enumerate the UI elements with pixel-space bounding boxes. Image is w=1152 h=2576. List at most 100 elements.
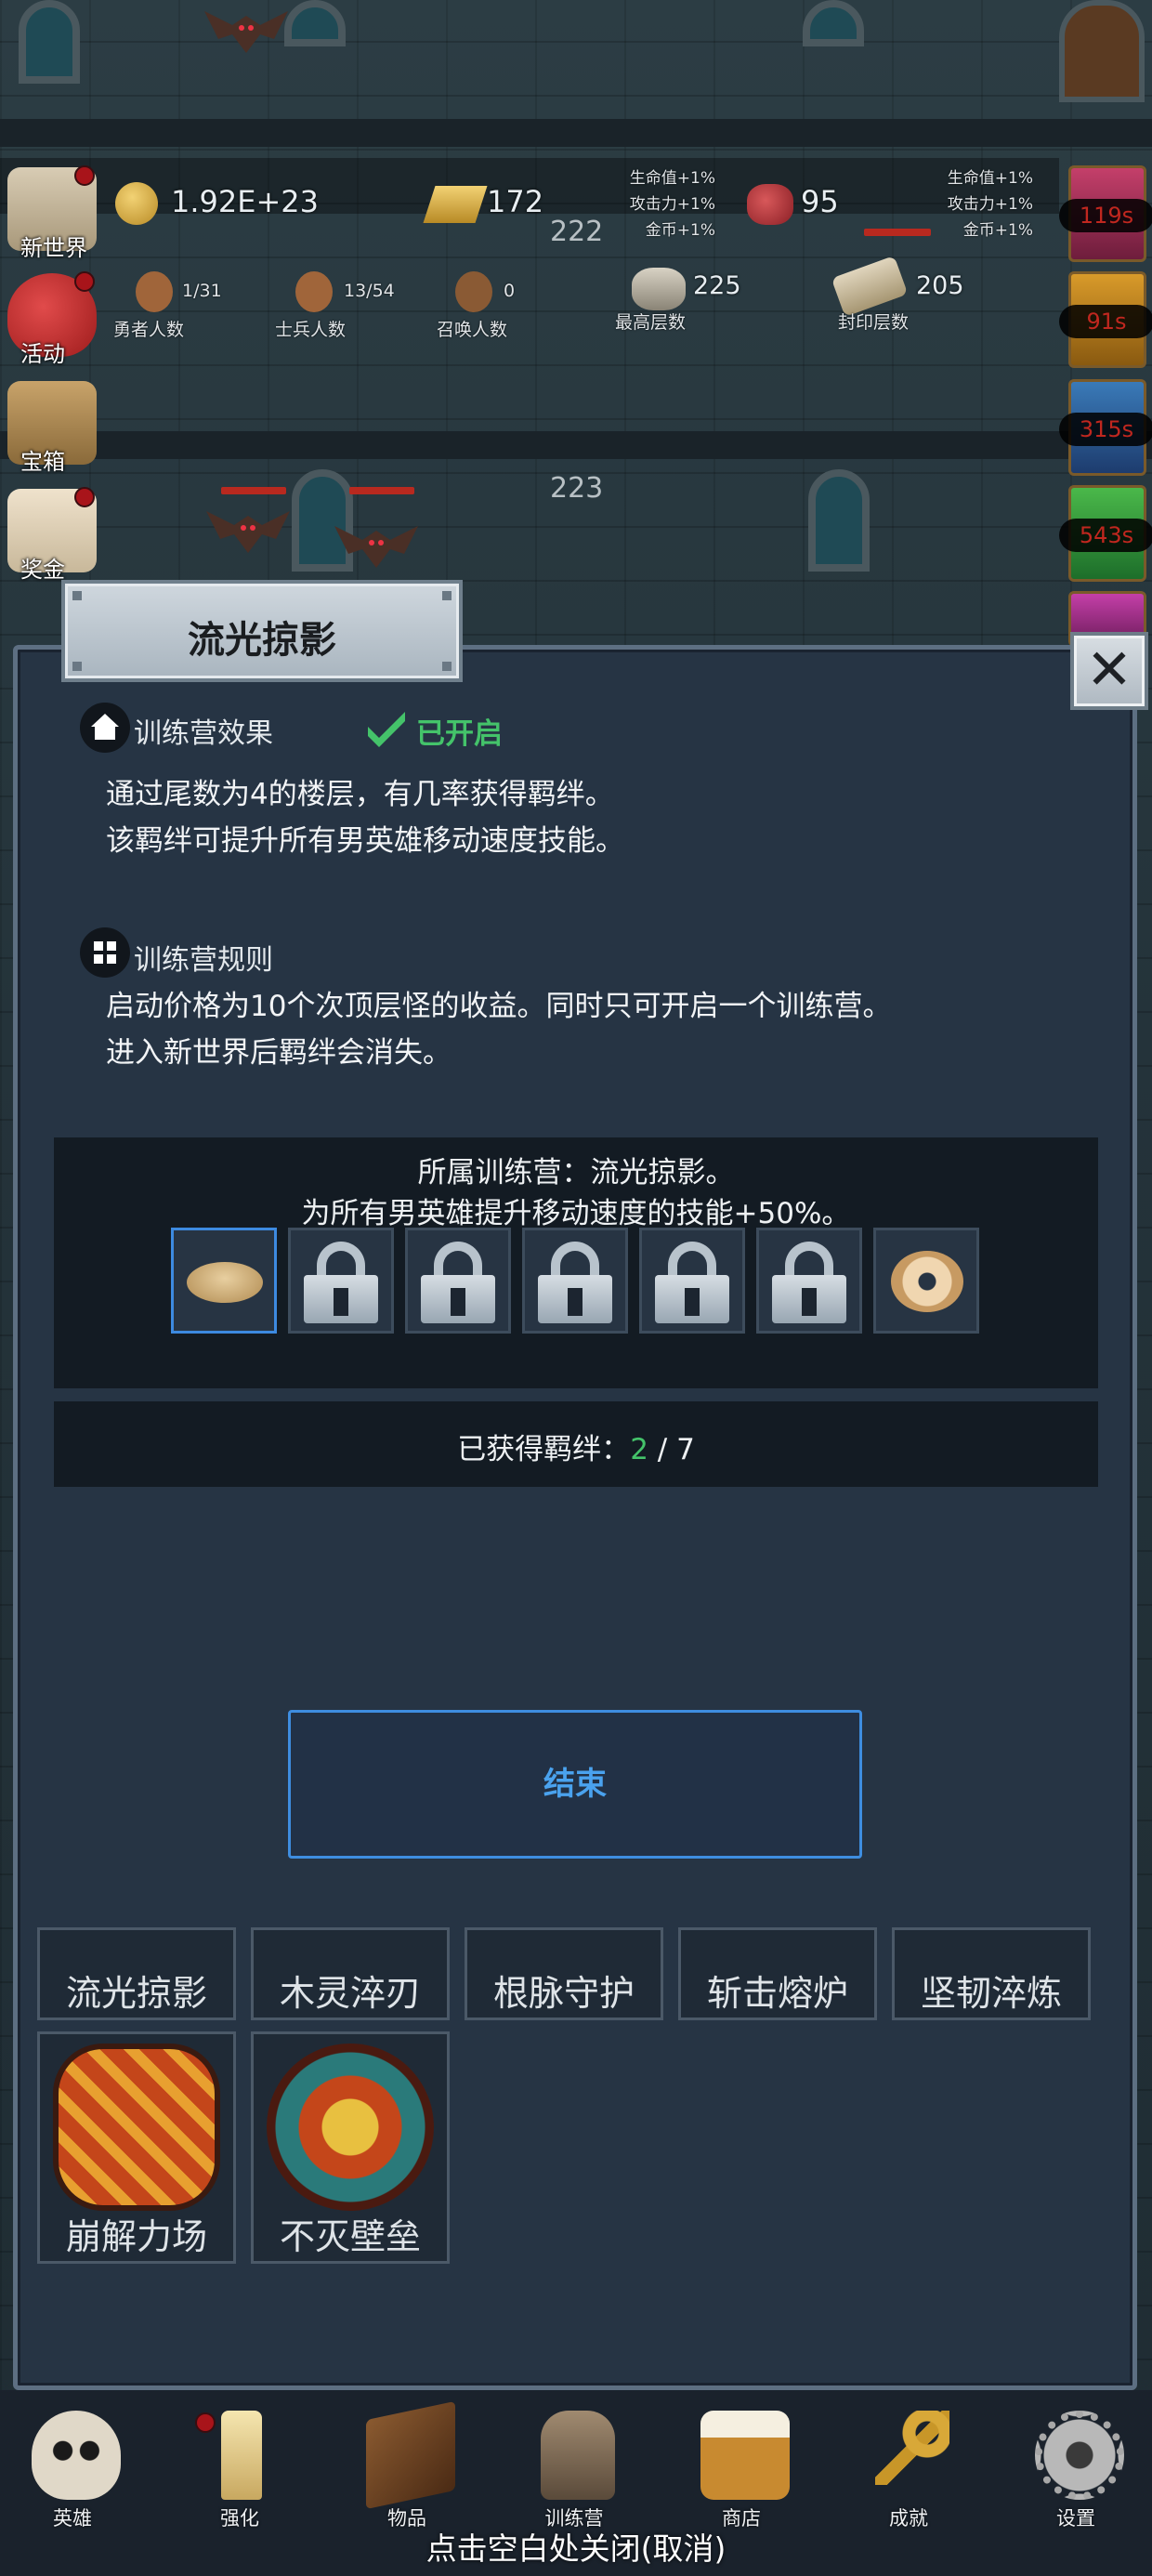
notification-dot <box>74 271 95 292</box>
buff-list-a: 生命值+1% 攻击力+1% 金币+1% <box>629 169 715 240</box>
gold-coin-icon <box>115 182 158 225</box>
soldier-count: 13/54 <box>344 281 395 301</box>
camp-card[interactable]: 斩击熔炉 <box>678 1927 877 2020</box>
close-x-icon: ✕ <box>1085 637 1133 703</box>
castle-window <box>19 0 80 84</box>
hero-portrait-icon <box>136 271 173 312</box>
candle-icon <box>221 2411 262 2500</box>
floor-number: 223 <box>550 472 604 505</box>
lock-icon <box>304 1242 378 1323</box>
hero-count: 1/31 <box>182 281 222 301</box>
bond-slot[interactable] <box>639 1228 745 1334</box>
effect-description: 通过尾数为4的楼层，有几率获得羁绊。 该羁绊可提升所有男英雄移动速度技能。 <box>106 778 624 858</box>
castle-window <box>808 469 870 572</box>
nav-settings[interactable]: 设置 <box>1020 2411 1132 2530</box>
nav-items[interactable]: 物品 <box>351 2400 463 2530</box>
bond-slot[interactable] <box>288 1228 394 1334</box>
summon-portrait-icon <box>455 271 492 312</box>
book-icon <box>366 2400 455 2510</box>
immortal-wall-icon <box>267 2044 434 2211</box>
camp-card[interactable]: 木灵淬刃 <box>251 1927 450 2020</box>
close-button[interactable]: ✕ <box>1070 632 1148 710</box>
collapse-field-icon <box>53 2044 220 2211</box>
meat-icon <box>747 184 793 225</box>
bonus-label: 奖金 <box>20 557 65 583</box>
sealed-floor-value: 205 <box>916 271 964 300</box>
notification-dot <box>74 165 95 186</box>
bat-enemy[interactable] <box>206 502 290 558</box>
floor-divider <box>0 431 1152 459</box>
fish-bread-icon <box>187 1262 263 1303</box>
camp-card[interactable]: 不灭壁垒 <box>251 2031 450 2264</box>
end-button[interactable]: 结束 <box>288 1710 862 1859</box>
checkmark-icon <box>368 712 405 747</box>
gold-bars-amount: 172 <box>487 184 544 219</box>
activity-label: 活动 <box>20 341 65 367</box>
floor-number: 222 <box>550 216 604 248</box>
timer-card[interactable]: 543s <box>1059 485 1152 582</box>
bond-progress-text: 已获得羁绊：2 / 7 <box>457 1433 695 1466</box>
key-icon <box>875 2411 949 2485</box>
rules-description: 启动价格为10个次顶层怪的收益。同时只可开启一个训练营。 进入新世界后羁绊会消失… <box>106 990 892 1070</box>
timer-card[interactable]: 91s <box>1059 271 1152 368</box>
skull-icon <box>32 2411 121 2500</box>
bat-enemy[interactable] <box>334 517 418 572</box>
timer-countdown: 543s <box>1059 519 1152 552</box>
bond-slot[interactable] <box>405 1228 511 1334</box>
bond-slot[interactable] <box>756 1228 862 1334</box>
lock-icon <box>655 1242 729 1323</box>
grid-icon <box>80 927 130 978</box>
nav-training-camp[interactable]: 训练营 <box>518 2411 630 2530</box>
nav-shop[interactable]: 商店 <box>686 2411 797 2530</box>
timer-card[interactable]: 315s <box>1059 379 1152 476</box>
beer-mug-icon <box>700 2411 790 2500</box>
meat-amount: 95 <box>801 184 839 219</box>
camp-card[interactable]: 坚韧淬炼 <box>892 1927 1091 2020</box>
close-hint[interactable]: 点击空白处关闭(取消) <box>0 2524 1152 2569</box>
floor-divider <box>0 119 1152 147</box>
stone-icon <box>632 268 686 310</box>
camp-bonus-line: 为所有男英雄提升移动速度的技能+50%。 <box>301 1197 851 1230</box>
wooden-door <box>1059 0 1145 102</box>
effect-title: 训练营效果 <box>134 717 273 750</box>
treasure-chest-button[interactable]: 宝箱 <box>7 381 104 475</box>
notification-dot <box>195 2412 216 2433</box>
new-world-label: 新世界 <box>20 235 87 261</box>
timer-countdown: 119s <box>1059 199 1152 232</box>
timer-card[interactable]: 119s <box>1059 165 1152 262</box>
lock-icon <box>421 1242 495 1323</box>
hero-count-label: 勇者人数 <box>113 320 185 340</box>
camp-name-line: 所属训练营：流光掠影。 <box>417 1156 735 1189</box>
buff-list-b: 生命值+1% 攻击力+1% 金币+1% <box>947 169 1033 240</box>
gear-icon <box>1035 2411 1124 2500</box>
notification-dot <box>74 487 95 507</box>
camp-card[interactable]: 根脉守护 <box>465 1927 663 2020</box>
timer-countdown: 91s <box>1059 305 1152 338</box>
soldier-portrait-icon <box>295 271 333 312</box>
summon-count: 0 <box>504 281 516 301</box>
nav-heroes[interactable]: 英雄 <box>17 2411 128 2530</box>
donut-icon <box>891 1251 963 1312</box>
sealed-floor-label: 封印层数 <box>838 312 910 333</box>
soldier-count-label: 士兵人数 <box>275 320 347 340</box>
enabled-status: 已开启 <box>416 717 503 751</box>
bond-slot[interactable] <box>522 1228 628 1334</box>
timer-countdown: 315s <box>1059 413 1152 446</box>
enemy-health-bar <box>349 487 414 494</box>
max-floor-label: 最高层数 <box>615 312 687 333</box>
bond-progress-box: 已获得羁绊：2 / 7 <box>54 1401 1098 1487</box>
gold-amount: 1.92E+23 <box>171 184 319 219</box>
nav-achievements[interactable]: 成就 <box>853 2411 964 2530</box>
bat-enemy[interactable] <box>204 2 288 58</box>
bond-slot[interactable] <box>873 1228 979 1334</box>
camp-card[interactable]: 崩解力场 <box>37 2031 236 2264</box>
max-floor-value: 225 <box>693 271 741 300</box>
dialog-title-tab: 流光掠影 <box>61 580 463 682</box>
camp-card[interactable]: 流光掠影 <box>37 1927 236 2020</box>
enemy-health-bar <box>221 487 286 494</box>
treasure-chest-label: 宝箱 <box>20 449 65 475</box>
summon-count-label: 召唤人数 <box>437 320 508 340</box>
lock-icon <box>772 1242 846 1323</box>
bond-slot[interactable] <box>171 1228 277 1334</box>
rules-title: 训练营规则 <box>134 944 273 977</box>
